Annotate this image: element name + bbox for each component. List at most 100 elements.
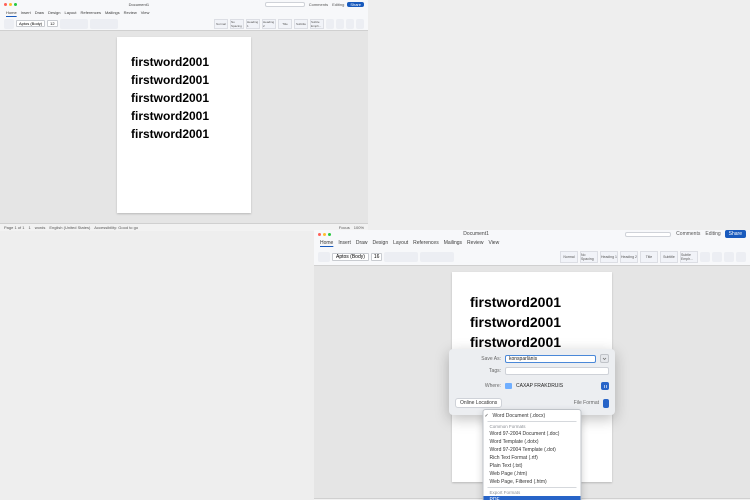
style-normal[interactable]: Normal bbox=[214, 19, 228, 29]
document-title: Document1 bbox=[17, 2, 261, 7]
paragraph-tools[interactable] bbox=[420, 252, 454, 262]
tab-draw[interactable]: Draw bbox=[35, 10, 44, 15]
tab-references[interactable]: References bbox=[413, 240, 439, 246]
file-format-popup[interactable] bbox=[603, 399, 609, 408]
where-value[interactable]: CAXAP FRAKDRUIS bbox=[516, 383, 597, 389]
search-field[interactable] bbox=[625, 232, 671, 237]
comments-button[interactable]: Comments bbox=[676, 231, 700, 237]
close-icon[interactable] bbox=[318, 233, 321, 236]
fmt-item-dotx[interactable]: Word Template (.dotx) bbox=[484, 438, 581, 446]
fmt-item-rtf[interactable]: Rich Text Format (.rtf) bbox=[484, 454, 581, 462]
fmt-item-txt[interactable]: Plain Text (.txt) bbox=[484, 462, 581, 470]
font-name-select[interactable]: Aptos (Body) bbox=[16, 20, 45, 27]
font-size-select[interactable]: 12 bbox=[47, 20, 57, 27]
tab-review[interactable]: Review bbox=[124, 10, 137, 15]
fmt-item-doc[interactable]: Word 97-2004 Document (.doc) bbox=[484, 430, 581, 438]
dictate-button[interactable] bbox=[336, 19, 344, 29]
style-title[interactable]: Title bbox=[640, 251, 658, 263]
comments-button[interactable]: Comments bbox=[309, 2, 328, 7]
word-window-small: Document1 Comments Editing Share Home In… bbox=[0, 0, 368, 230]
tab-mailings[interactable]: Mailings bbox=[444, 240, 462, 246]
style-subtle-emph[interactable]: Subtle Emph... bbox=[680, 251, 698, 263]
toolbar: Aptos (Body) 12 Normal No Spacing Headin… bbox=[0, 17, 368, 31]
styles-gallery: Normal No Spacing Heading 1 Heading 2 Ti… bbox=[560, 251, 698, 263]
style-title[interactable]: Title bbox=[278, 19, 292, 29]
editing-mode-button[interactable]: Editing bbox=[332, 2, 344, 7]
style-subtle-emph[interactable]: Subtle Emph... bbox=[310, 19, 324, 29]
font-tools[interactable] bbox=[384, 252, 418, 262]
tab-view[interactable]: View bbox=[488, 240, 499, 246]
tags-input[interactable] bbox=[505, 367, 609, 375]
tab-layout[interactable]: Layout bbox=[64, 10, 76, 15]
tab-references[interactable]: References bbox=[81, 10, 101, 15]
page[interactable]: firstword2001 firstword2001 firstword200… bbox=[117, 37, 251, 213]
search-field[interactable] bbox=[265, 2, 305, 7]
addins-button[interactable] bbox=[736, 252, 746, 262]
save-dialog: Save As: Tags: Where: CAXAP FRAKDRUIS On… bbox=[449, 349, 615, 415]
tab-home[interactable]: Home bbox=[6, 10, 17, 15]
style-heading2[interactable]: Heading 2 bbox=[262, 19, 276, 29]
editor-button[interactable] bbox=[724, 252, 734, 262]
styles-pane-button[interactable] bbox=[700, 252, 710, 262]
tab-design[interactable]: Design bbox=[373, 240, 389, 246]
tab-review[interactable]: Review bbox=[467, 240, 483, 246]
status-language[interactable]: English (United States) bbox=[49, 225, 90, 230]
tab-view[interactable]: View bbox=[141, 10, 150, 15]
where-popup-button[interactable] bbox=[601, 382, 609, 390]
doc-text-line-3: firstword2001 bbox=[131, 91, 237, 105]
doc-text-line-1: firstword2001 bbox=[131, 55, 237, 69]
style-nospacing[interactable]: No Spacing bbox=[580, 251, 598, 263]
ribbon-tabs: Home Insert Draw Design Layout Reference… bbox=[314, 238, 750, 248]
tab-design[interactable]: Design bbox=[48, 10, 60, 15]
font-tools[interactable] bbox=[60, 19, 88, 29]
status-page[interactable]: Page 1 of 1 bbox=[4, 225, 24, 230]
style-heading1[interactable]: Heading 1 bbox=[600, 251, 618, 263]
style-nospacing[interactable]: No Spacing bbox=[230, 19, 244, 29]
where-label: Where: bbox=[455, 383, 501, 389]
paste-button[interactable] bbox=[4, 19, 14, 29]
style-heading2[interactable]: Heading 2 bbox=[620, 251, 638, 263]
paragraph-tools[interactable] bbox=[90, 19, 118, 29]
expand-icon[interactable] bbox=[600, 354, 609, 363]
editor-button[interactable] bbox=[346, 19, 354, 29]
tab-draw[interactable]: Draw bbox=[356, 240, 368, 246]
fmt-group-common: Common Formats bbox=[484, 423, 581, 430]
doc-text-line-2: firstword2001 bbox=[131, 73, 237, 87]
style-subtitle[interactable]: Subtitle bbox=[294, 19, 308, 29]
paste-button[interactable] bbox=[318, 252, 330, 262]
status-wordcount[interactable]: 1 bbox=[28, 225, 30, 230]
tab-insert[interactable]: Insert bbox=[21, 10, 31, 15]
styles-gallery: Normal No Spacing Heading 1 Heading 2 Ti… bbox=[214, 19, 324, 29]
tab-layout[interactable]: Layout bbox=[393, 240, 408, 246]
fmt-item-dot[interactable]: Word 97-2004 Template (.dot) bbox=[484, 446, 581, 454]
style-normal[interactable]: Normal bbox=[560, 251, 578, 263]
styles-pane-button[interactable] bbox=[326, 19, 334, 29]
dictate-button[interactable] bbox=[712, 252, 722, 262]
font-name-select[interactable]: Aptos (Body) bbox=[332, 253, 369, 261]
editing-mode-button[interactable]: Editing bbox=[705, 231, 720, 237]
fmt-item-htm[interactable]: Web Page (.htm) bbox=[484, 470, 581, 478]
online-locations-button[interactable]: Online Locations bbox=[455, 398, 502, 408]
ribbon-tabs: Home Insert Draw Design Layout Reference… bbox=[0, 8, 368, 17]
minimize-icon[interactable] bbox=[9, 3, 12, 6]
fmt-item-pdf[interactable]: PDF bbox=[484, 496, 581, 500]
filename-input[interactable] bbox=[505, 355, 596, 363]
addins-button[interactable] bbox=[356, 19, 364, 29]
minimize-icon[interactable] bbox=[323, 233, 326, 236]
tab-mailings[interactable]: Mailings bbox=[105, 10, 120, 15]
tab-insert[interactable]: Insert bbox=[338, 240, 351, 246]
style-heading1[interactable]: Heading 1 bbox=[246, 19, 260, 29]
fmt-item-htm-filtered[interactable]: Web Page, Filtered (.htm) bbox=[484, 478, 581, 486]
close-icon[interactable] bbox=[4, 3, 7, 6]
status-accessibility[interactable]: Accessibility: Good to go bbox=[94, 225, 138, 230]
tab-home[interactable]: Home bbox=[320, 240, 333, 246]
doc-text-line-5: firstword2001 bbox=[131, 127, 237, 141]
style-subtitle[interactable]: Subtitle bbox=[660, 251, 678, 263]
saveas-label: Save As: bbox=[455, 356, 501, 362]
bottom-row: Online Locations File Format bbox=[455, 398, 609, 408]
fmt-item-docx[interactable]: Word Document (.docx) bbox=[484, 412, 581, 420]
share-button[interactable]: Share bbox=[347, 2, 364, 7]
tags-label: Tags: bbox=[455, 368, 501, 374]
share-button[interactable]: Share bbox=[725, 230, 746, 238]
font-size-select[interactable]: 16 bbox=[371, 253, 383, 261]
